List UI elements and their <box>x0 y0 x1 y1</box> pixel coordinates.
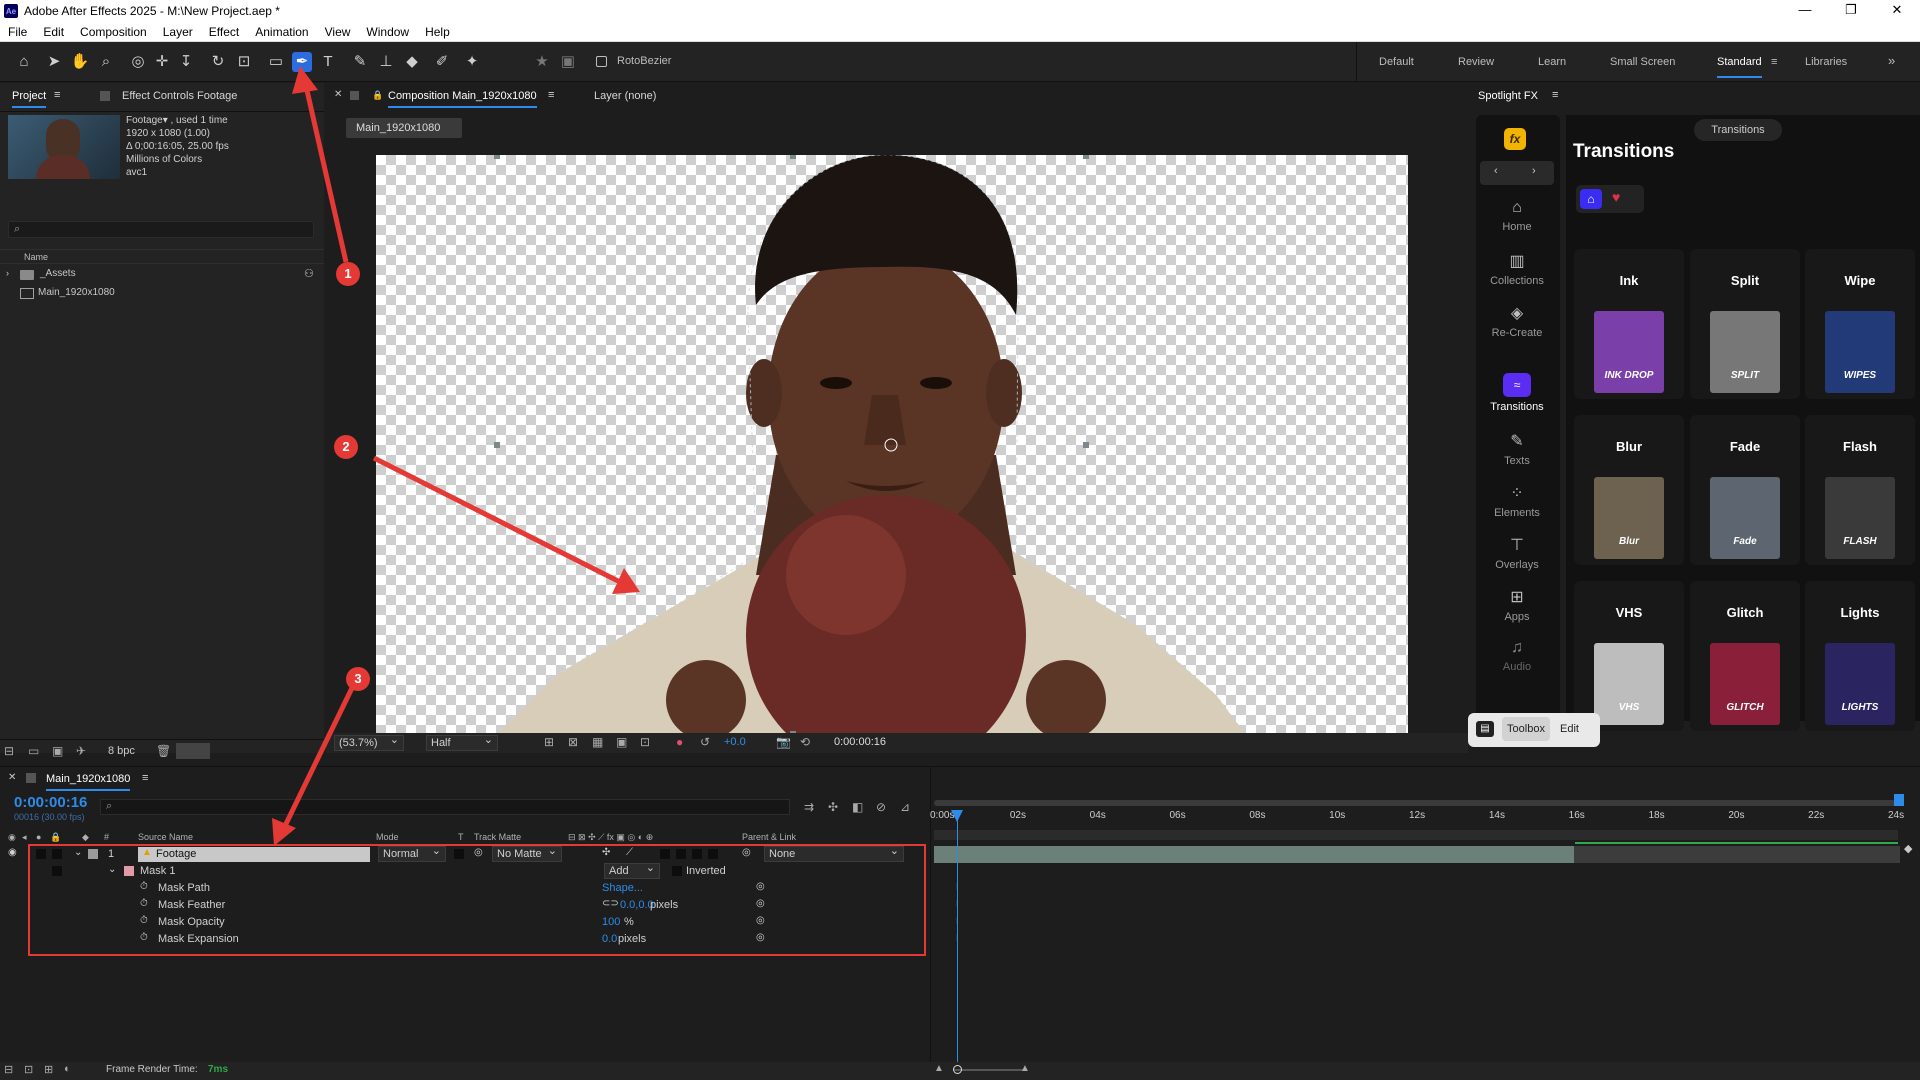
arrow-1-line <box>303 85 349 263</box>
annotation-arrows <box>272 66 640 846</box>
arrow-2-line <box>372 455 622 585</box>
annotation-marker-1: 1 <box>336 262 360 286</box>
annotation-marker-3: 3 <box>346 667 370 691</box>
annotation-marker-2: 2 <box>334 435 358 459</box>
arrow-3-head <box>272 818 296 846</box>
arrow-3-line <box>281 686 355 830</box>
arrow-1-head <box>292 66 318 94</box>
